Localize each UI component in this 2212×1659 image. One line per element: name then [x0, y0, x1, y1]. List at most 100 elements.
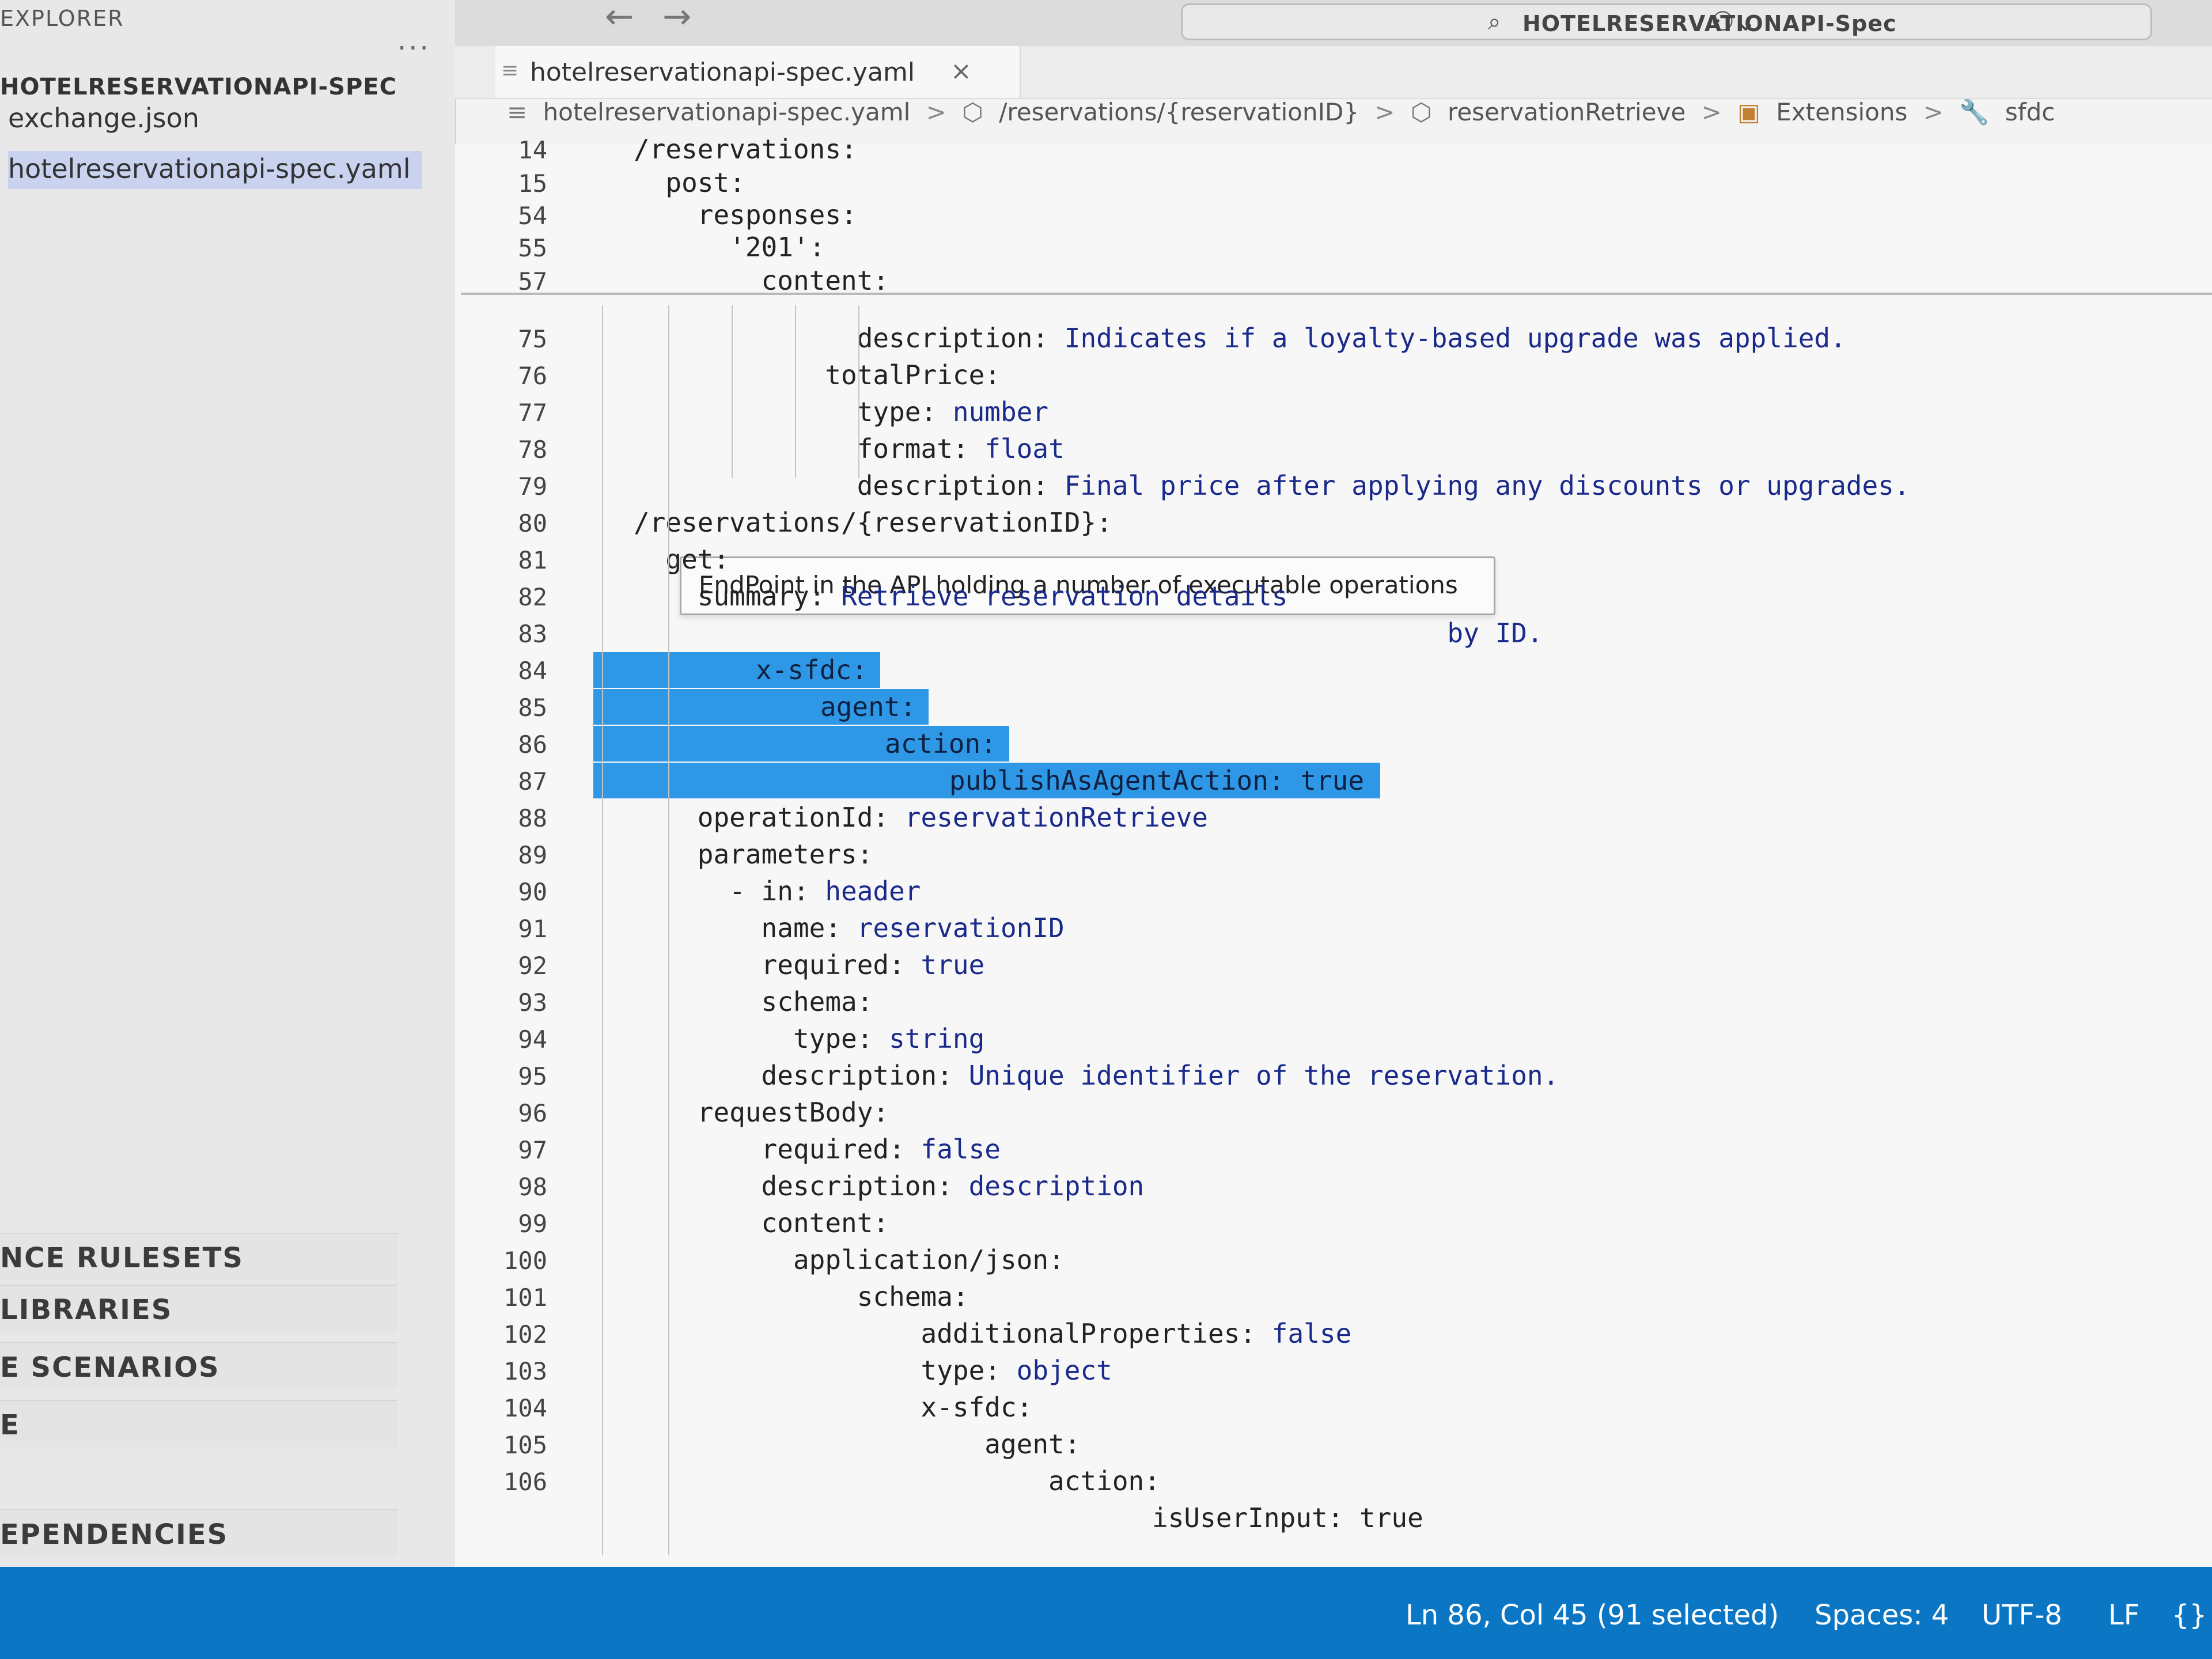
- line-number: 88: [518, 804, 547, 832]
- section-e[interactable]: E: [0, 1400, 397, 1447]
- file-item-exchange-json[interactable]: exchange.json: [8, 103, 199, 134]
- section-label: NCE RULESETS: [0, 1242, 244, 1274]
- line-number: 96: [518, 1099, 547, 1127]
- code-key: type:: [634, 1355, 1001, 1386]
- code-line[interactable]: description: description: [634, 1171, 1145, 1202]
- code-line[interactable]: description: Final price after applying …: [634, 470, 1910, 501]
- tab-bar: ≡ hotelreservationapi-spec.yaml ×: [455, 46, 2212, 99]
- code-line[interactable]: by ID.: [634, 618, 1543, 649]
- code-line[interactable]: name: reservationID: [634, 912, 1065, 944]
- line-number: 83: [518, 620, 547, 648]
- code-line[interactable]: schema:: [634, 1281, 969, 1312]
- file-item-spec-yaml[interactable]: hotelreservationapi-spec.yaml: [8, 151, 422, 189]
- line-number: 105: [503, 1431, 547, 1459]
- code-line[interactable]: format: float: [634, 433, 1065, 464]
- line-number: 97: [518, 1136, 547, 1164]
- copilot-icon[interactable]: ⚇⌄: [1711, 6, 1757, 37]
- line-number: 54: [518, 202, 547, 230]
- code-line[interactable]: parameters:: [634, 839, 873, 870]
- code-line[interactable]: content:: [634, 1207, 889, 1238]
- code-line[interactable]: content:: [634, 265, 889, 296]
- code-value: reservationID: [841, 912, 1065, 944]
- code-line[interactable]: post:: [634, 167, 745, 198]
- line-number: 85: [518, 694, 547, 722]
- back-arrow-icon[interactable]: ←: [605, 0, 634, 37]
- line-ending[interactable]: LF: [2108, 1599, 2139, 1631]
- code-line[interactable]: application/json:: [634, 1244, 1065, 1275]
- cursor-position[interactable]: Ln 86, Col 45 (91 selected): [1406, 1599, 1779, 1631]
- code-line[interactable]: operationId: reservationRetrieve: [634, 802, 1208, 833]
- code-line[interactable]: type: number: [634, 396, 1048, 427]
- language-mode[interactable]: {}: [2172, 1599, 2207, 1631]
- breadcrumb-file[interactable]: hotelreservationapi-spec.yaml: [543, 98, 911, 126]
- workspace-root-folder[interactable]: HOTELRESERVATIONAPI-SPEC: [0, 74, 397, 100]
- code-line[interactable]: description: Unique identifier of the re…: [634, 1060, 1559, 1091]
- code-key: x-sfdc:: [634, 1392, 1033, 1423]
- code-line[interactable]: responses:: [634, 199, 857, 230]
- code-line[interactable]: summary: Retrieve reservation details: [634, 581, 1288, 612]
- code-line[interactable]: x-sfdc:: [634, 1392, 1032, 1423]
- code-line[interactable]: type: string: [634, 1023, 984, 1054]
- selected-code-line[interactable]: x-sfdc:: [756, 654, 868, 685]
- more-actions-icon[interactable]: ···: [397, 32, 431, 65]
- section-scenarios[interactable]: E SCENARIOS: [0, 1342, 397, 1389]
- line-number: 102: [503, 1320, 547, 1349]
- code-line[interactable]: /reservations/{reservationID}:: [634, 507, 1112, 538]
- cube-icon: ⬡: [962, 98, 983, 126]
- code-key: description:: [634, 1060, 953, 1091]
- explorer-title: EXPLORER: [0, 6, 124, 31]
- search-icon: ⌕: [1488, 9, 1501, 35]
- breadcrumb-path[interactable]: /reservations/{reservationID}: [999, 98, 1359, 126]
- line-number: 76: [518, 362, 547, 390]
- code-line[interactable]: required: true: [634, 949, 985, 980]
- code-line[interactable]: agent:: [634, 1429, 1080, 1460]
- code-line[interactable]: '201':: [634, 232, 825, 263]
- line-number: 98: [518, 1173, 547, 1201]
- code-value: float: [968, 433, 1065, 464]
- line-number: 91: [518, 915, 547, 943]
- code-line[interactable]: schema:: [634, 986, 873, 1017]
- breadcrumb-separator: >: [1374, 98, 1395, 126]
- section-label: LIBRARIES: [0, 1294, 173, 1326]
- code-key: operationId:: [634, 802, 889, 833]
- tab-spec-yaml[interactable]: ≡ hotelreservationapi-spec.yaml ×: [495, 46, 1021, 98]
- breadcrumb-operation[interactable]: reservationRetrieve: [1448, 98, 1685, 126]
- code-line[interactable]: additionalProperties: false: [634, 1318, 1351, 1349]
- explorer-sidebar: EXPLORER ··· HOTELRESERVATIONAPI-SPEC ex…: [0, 0, 456, 1567]
- line-number: 103: [503, 1357, 547, 1385]
- selected-code-line[interactable]: publishAsAgentAction: true: [949, 765, 1364, 796]
- line-number: 93: [518, 988, 547, 1017]
- selected-code-line[interactable]: action:: [885, 728, 997, 759]
- code-line[interactable]: get:: [634, 544, 729, 575]
- code-key: required:: [634, 949, 905, 980]
- selected-code-line[interactable]: agent:: [820, 691, 916, 722]
- code-key: description:: [634, 1171, 953, 1202]
- title-bar: ← → ⌕ HOTELRESERVATIONAPI-Spec ⚇⌄: [455, 0, 2212, 47]
- section-libraries[interactable]: LIBRARIES: [0, 1285, 397, 1332]
- code-line-partial[interactable]: isUserInput: true: [1152, 1502, 1423, 1533]
- line-number: 15: [518, 169, 547, 198]
- indentation-spaces[interactable]: Spaces: 4: [1815, 1599, 1949, 1631]
- code-line[interactable]: type: object: [634, 1355, 1112, 1386]
- line-number: 14: [518, 136, 547, 164]
- breadcrumb-leaf[interactable]: sfdc: [2005, 98, 2055, 126]
- file-encoding[interactable]: UTF-8: [1982, 1599, 2062, 1631]
- line-number: 101: [503, 1283, 547, 1312]
- code-line[interactable]: - in: header: [634, 876, 921, 907]
- forward-arrow-icon[interactable]: →: [662, 0, 691, 37]
- breadcrumb-extensions[interactable]: Extensions: [1776, 98, 1907, 126]
- section-dependencies[interactable]: EPENDENCIES: [0, 1509, 397, 1556]
- code-line[interactable]: required: false: [634, 1134, 1001, 1165]
- code-key: name:: [634, 912, 842, 944]
- code-line[interactable]: totalPrice:: [634, 359, 1001, 391]
- code-line[interactable]: /reservations:: [634, 134, 857, 165]
- code-line[interactable]: requestBody:: [634, 1097, 889, 1128]
- line-number: 89: [518, 841, 547, 869]
- indent-guide: [668, 305, 669, 1555]
- close-icon[interactable]: ×: [950, 56, 972, 86]
- command-center-search[interactable]: ⌕ HOTELRESERVATIONAPI-Spec: [1181, 3, 2152, 40]
- code-line[interactable]: description: Indicates if a loyalty-base…: [634, 323, 1846, 354]
- line-number: 78: [518, 435, 547, 464]
- section-rulesets[interactable]: NCE RULESETS: [0, 1233, 397, 1280]
- code-line[interactable]: action:: [634, 1465, 1160, 1497]
